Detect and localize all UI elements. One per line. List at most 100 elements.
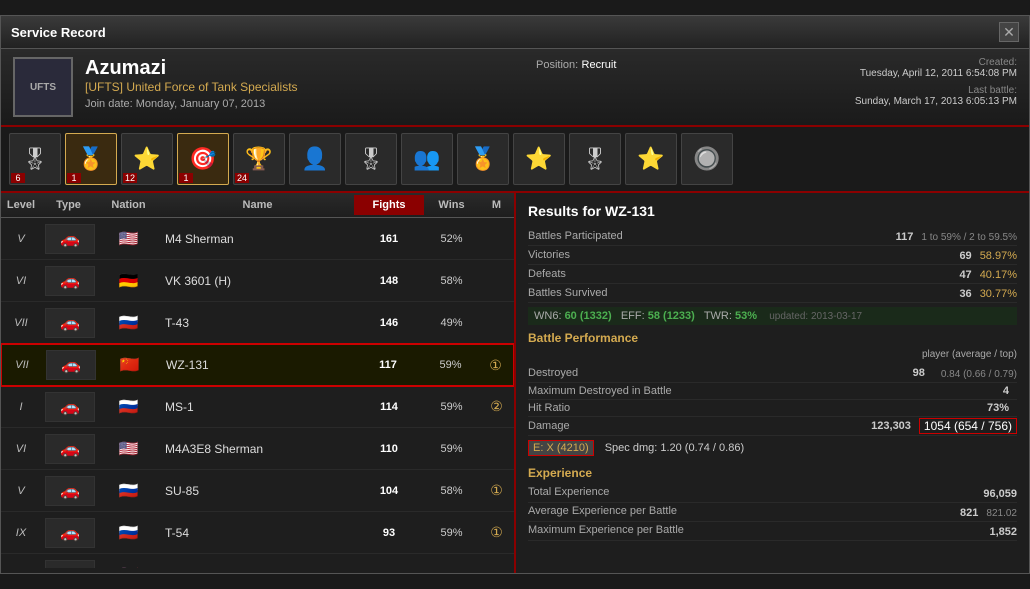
tier-cell: VII (2, 357, 42, 373)
type-cell: 🚗 (41, 306, 96, 340)
medal-icon: 👤 (289, 133, 341, 185)
stat-value: 69 (959, 250, 971, 262)
table-row[interactable]: VII 🚗 🇨🇳 WZ-131 117 59% ① (1, 344, 514, 386)
type-cell: 🚗 (41, 558, 96, 569)
e-spec-line: E: X (4210) Spec dmg: 1.20 (0.74 / 0.86) (528, 436, 1017, 460)
fights-cell: 93 (354, 525, 424, 541)
tier-cell: VII (1, 315, 41, 331)
stat-value: 47 (959, 269, 971, 281)
nation-flag: 🇩🇪 (113, 271, 145, 291)
stat-name: Battles Survived (528, 287, 607, 299)
table-row[interactable]: V 🚗 🇺🇸 M10 Wolverine 91 60% ① (1, 554, 514, 568)
wn6-label: WN6: (534, 310, 562, 322)
fights-cell: 117 (353, 357, 423, 373)
table-row[interactable]: VI 🚗 🇩🇪 VK 3601 (H) 148 58% (1, 260, 514, 302)
clan-full: United Force of Tank Specialists (126, 80, 297, 94)
perf-stat-row: Hit Ratio 73% (528, 400, 1017, 417)
perf-stat-row: Maximum Destroyed in Battle 4 (528, 383, 1017, 400)
tank-thumbnail: 🚗 (45, 308, 95, 338)
perf-stat-row: Damage 123,303 1054 (654 / 756) (528, 417, 1017, 436)
table-row[interactable]: V 🚗 🇷🇺 SU-85 104 58% ① (1, 470, 514, 512)
perf-stat-value: 4 (1003, 385, 1009, 397)
medal-icon: 🏅 (457, 133, 509, 185)
col-m: M (479, 195, 514, 215)
nation-cell: 🇺🇸 (96, 563, 161, 569)
table-row[interactable]: VI 🚗 🇺🇸 M4A3E8 Sherman 110 59% (1, 428, 514, 470)
nation-flag: 🇺🇸 (113, 439, 145, 459)
tank-thumbnail: 🚗 (45, 224, 95, 254)
exp-stat-row: Average Experience per Battle821821.02 (528, 503, 1017, 522)
table-row[interactable]: V 🚗 🇺🇸 M4 Sherman 161 52% (1, 218, 514, 260)
medals-bar: 🎖6🏅1⭐12🎯1🏆24👤🎖👥🏅⭐🎖⭐🔘 (1, 127, 1029, 193)
type-cell: 🚗 (41, 432, 96, 466)
stat-name: Battles Participated (528, 230, 623, 242)
medal-icon: 🎖 (345, 133, 397, 185)
perf-stat-name: Destroyed (528, 367, 905, 379)
medal-count: 6 (11, 173, 25, 183)
table-row[interactable]: VII 🚗 🇷🇺 T-43 146 49% (1, 302, 514, 344)
exp-name: Average Experience per Battle (528, 505, 677, 519)
player-name: Azumazi (85, 57, 298, 80)
exp-value: 1,852 (989, 526, 1017, 538)
nation-cell: 🇩🇪 (96, 269, 161, 293)
medal-icon: 🔘 (681, 133, 733, 185)
exp-stats: Total Experience96,059Average Experience… (528, 484, 1017, 541)
nation-cell: 🇨🇳 (97, 353, 162, 377)
close-button[interactable]: ✕ (999, 22, 1019, 42)
exp-value: 821 (960, 507, 978, 519)
perf-stats: Destroyed 98 0.84 (0.66 / 0.79) Maximum … (528, 364, 1017, 436)
clan-tag: [UFTS] (85, 80, 123, 94)
medal-item: ⭐ (513, 133, 565, 185)
medal-count: 24 (235, 173, 249, 183)
col-name: Name (161, 195, 354, 215)
type-cell: 🚗 (41, 222, 96, 256)
medal-count: 12 (123, 173, 137, 183)
stat-percent: 40.17% (980, 269, 1017, 281)
fights-cell: 104 (354, 483, 424, 499)
perf-stat-value: 98 (913, 367, 925, 379)
nation-cell: 🇺🇸 (96, 227, 161, 251)
type-cell: 🚗 (41, 474, 96, 508)
medal-item: ⭐12 (121, 133, 173, 185)
mastery-cell (479, 447, 514, 451)
name-cell: VK 3601 (H) (161, 272, 354, 290)
tank-thumbnail: 🚗 (45, 434, 95, 464)
fights-cell: 91 (354, 567, 424, 569)
exp-stat-row: Maximum Experience per Battle1,852 (528, 522, 1017, 541)
tier-cell: V (1, 567, 41, 569)
table-row[interactable]: I 🚗 🇷🇺 MS-1 114 59% ② (1, 386, 514, 428)
nation-cell: 🇺🇸 (96, 437, 161, 461)
table-row[interactable]: IX 🚗 🇷🇺 T-54 93 59% ① (1, 512, 514, 554)
eff-value: 58 (1233) (648, 310, 695, 322)
title-bar: Service Record ✕ (1, 16, 1029, 49)
nation-cell: 🇷🇺 (96, 395, 161, 419)
fights-cell: 110 (354, 441, 424, 457)
stat-row: Battles Survived3630.77% (528, 284, 1017, 303)
window-title: Service Record (11, 25, 106, 40)
name-cell: M10 Wolverine (161, 566, 354, 569)
mastery-cell: ① (479, 564, 514, 568)
tank-thumbnail: 🚗 (45, 476, 95, 506)
medal-item: 🎯1 (177, 133, 229, 185)
battle-performance-header: Battle Performance (528, 331, 1017, 345)
wn6-line: WN6: 60 (1332) EFF: 58 (1233) TWR: 53% u… (528, 307, 1017, 325)
mastery-cell: ② (479, 396, 514, 417)
mastery-cell (479, 279, 514, 283)
medal-item: 🎖 (569, 133, 621, 185)
stat-row: Victories6958.97% (528, 246, 1017, 265)
wins-cell: 59% (424, 399, 479, 415)
col-fights: Fights (354, 195, 424, 215)
fights-cell: 161 (354, 231, 424, 247)
medal-item: 👥 (401, 133, 453, 185)
perf-stat-name: Damage (528, 420, 863, 432)
mastery-cell: ① (479, 522, 514, 543)
tier-cell: V (1, 231, 41, 247)
name-cell: T-54 (161, 524, 354, 542)
name-cell: M4A3E8 Sherman (161, 440, 354, 458)
medal-count: 1 (67, 173, 81, 183)
type-cell: 🚗 (41, 264, 96, 298)
wins-cell: 49% (424, 315, 479, 331)
service-record-window: Service Record ✕ UFTS Azumazi [UFTS] Uni… (0, 15, 1030, 574)
dates-area: Created: Tuesday, April 12, 2011 6:54:08… (855, 57, 1017, 107)
perf-stat-name: Hit Ratio (528, 402, 979, 414)
